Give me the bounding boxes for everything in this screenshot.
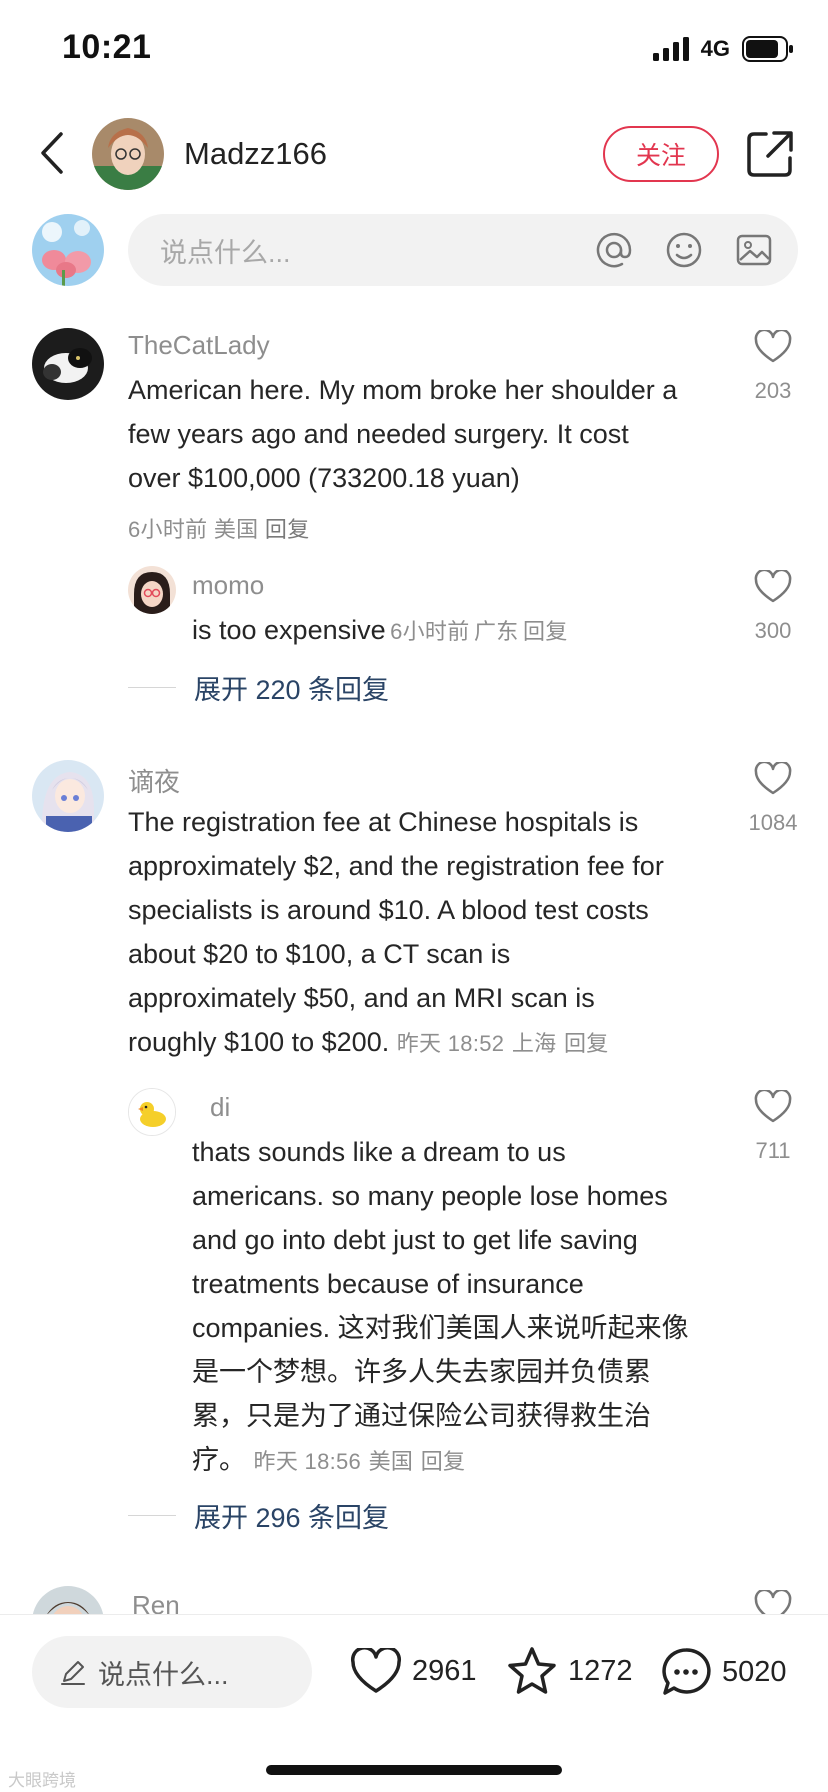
network-type: 4G	[700, 36, 730, 61]
reply-time: 6小时前	[390, 619, 470, 644]
reply-content: is too expensive 6小时前 广东 回复	[192, 608, 568, 652]
star-icon	[508, 1647, 556, 1694]
comments-button[interactable]: 5020	[660, 1646, 787, 1698]
reply-button[interactable]: 回复	[421, 1449, 466, 1474]
comment-time: 6小时前	[128, 517, 208, 542]
reply-time: 昨天 18:56	[253, 1449, 362, 1474]
reply-avatar[interactable]	[128, 1088, 176, 1136]
favorite-count: 1272	[568, 1654, 633, 1687]
follow-button[interactable]: 关注	[603, 126, 719, 182]
reply-text: is too expensive	[192, 615, 386, 645]
reply-button[interactable]: 回复	[564, 1031, 609, 1056]
comment-avatar[interactable]	[32, 760, 104, 832]
mention-icon[interactable]	[594, 230, 634, 270]
reply-location: 广东	[473, 619, 519, 644]
comment-placeholder: 说点什么...	[98, 1659, 229, 1690]
chevron-left-icon	[41, 132, 63, 174]
like-button[interactable]	[748, 568, 798, 609]
comment-location: 美国	[213, 517, 259, 542]
comment-username[interactable]: TheCatLady	[128, 330, 270, 361]
my-avatar	[32, 214, 104, 286]
author-username[interactable]: Madzz166	[184, 136, 327, 172]
expand-replies[interactable]: 展开 296 条回复	[128, 1496, 389, 1535]
reply-username[interactable]: di	[210, 1092, 230, 1123]
like-post-button[interactable]: 2961	[350, 1648, 477, 1694]
emoji-icon[interactable]	[664, 230, 704, 270]
comment-username[interactable]: 谪夜	[128, 762, 180, 799]
reply-text: thats sounds like a dream to us american…	[192, 1137, 689, 1475]
reply-button[interactable]: 回复	[265, 517, 310, 542]
pencil-icon	[61, 1661, 85, 1685]
signal-icon	[652, 37, 689, 61]
battery-icon	[742, 36, 793, 62]
author-avatar[interactable]	[92, 118, 164, 190]
home-indicator[interactable]	[266, 1765, 562, 1775]
like-count: 1084	[748, 810, 798, 835]
reply-avatar[interactable]	[128, 566, 176, 614]
heart-icon	[754, 568, 792, 603]
reply-button[interactable]: 回复	[523, 619, 568, 644]
status-indicators: 4G	[652, 36, 794, 62]
image-icon[interactable]	[734, 230, 774, 270]
expand-replies-label[interactable]: 展开 296 条回复	[194, 1496, 389, 1535]
status-time: 10:21	[62, 28, 152, 66]
chat-bubble-icon	[662, 1648, 711, 1695]
divider	[128, 1515, 176, 1516]
heart-icon	[754, 760, 792, 795]
divider	[128, 687, 176, 688]
expand-replies-label[interactable]: 展开 220 条回复	[194, 668, 389, 707]
comment-meta: 6小时前 美国 回复	[128, 512, 310, 544]
like-button[interactable]	[748, 760, 798, 801]
heart-icon	[754, 328, 792, 363]
heart-icon	[350, 1648, 402, 1693]
watermark: 大眼跨境	[8, 1771, 76, 1790]
like-button[interactable]	[748, 328, 798, 369]
reply-location: 美国	[368, 1449, 414, 1474]
back-button[interactable]	[30, 128, 74, 178]
comment-location: 上海	[511, 1031, 557, 1056]
comment-input-bottom[interactable]: 说点什么...	[32, 1636, 312, 1708]
like-count: 300	[754, 618, 792, 643]
like-count: 711	[755, 1138, 791, 1163]
comment-avatar[interactable]	[32, 328, 104, 400]
heart-icon	[754, 1088, 792, 1123]
comment-text: The registration fee at Chinese hospital…	[128, 807, 664, 1057]
comment-text: American here. My mom broke her shoulder…	[128, 375, 678, 493]
reply-username[interactable]: momo	[192, 570, 264, 601]
comment-placeholder: 说点什么...	[160, 237, 291, 268]
comment-input-top[interactable]: 说点什么...	[128, 214, 798, 286]
share-icon	[747, 131, 793, 177]
like-button[interactable]	[748, 1088, 798, 1129]
comment-count: 5020	[722, 1655, 787, 1688]
share-button[interactable]	[744, 128, 796, 180]
post-like-count: 2961	[412, 1654, 477, 1687]
like-count: 203	[754, 378, 792, 403]
expand-replies[interactable]: 展开 220 条回复	[128, 668, 389, 707]
comment-time: 昨天 18:52	[396, 1031, 505, 1056]
favorite-button[interactable]: 1272	[506, 1646, 633, 1696]
